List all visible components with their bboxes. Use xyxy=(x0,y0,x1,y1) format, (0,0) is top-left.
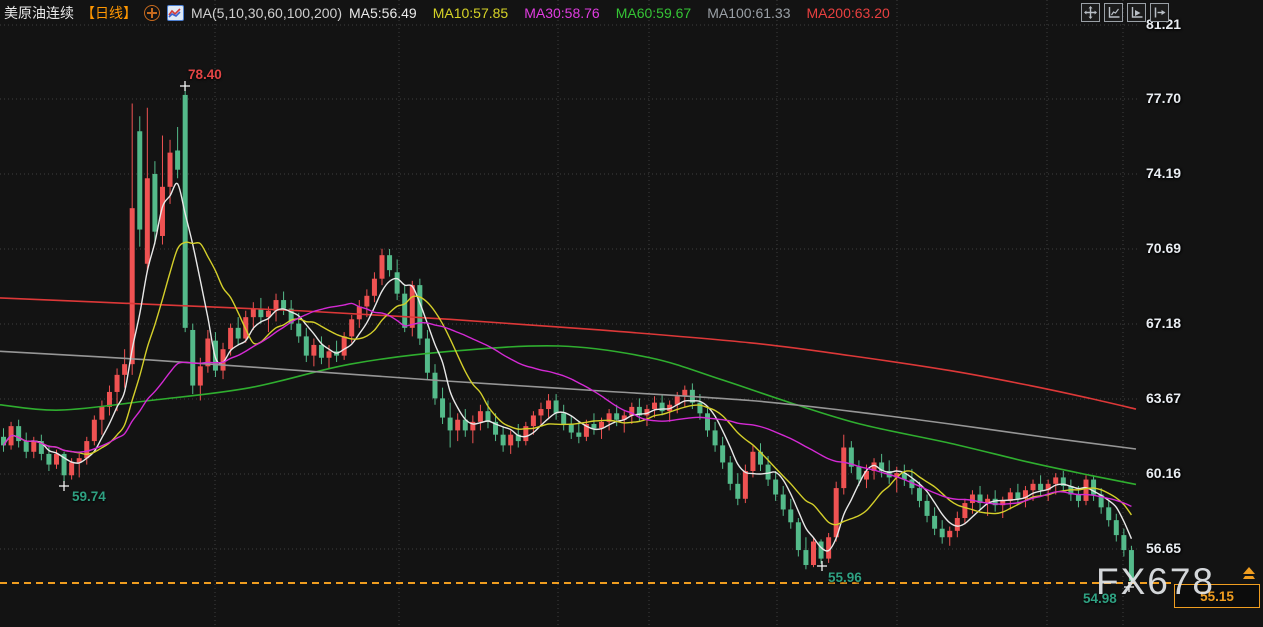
axis-tick-67.18: 67.18 xyxy=(1146,315,1181,331)
circle-plus-icon[interactable] xyxy=(144,5,160,21)
axis-tick-63.67: 63.67 xyxy=(1146,390,1181,406)
scroll-to-latest-arrow-icon[interactable] xyxy=(1240,566,1258,582)
ma-value-2: MA30:58.76 xyxy=(524,5,600,21)
axis-tick-56.65: 56.65 xyxy=(1146,540,1181,556)
latest-price-tag: 55.15 xyxy=(1174,584,1260,608)
symbol-title: 美原油连续 xyxy=(4,3,74,23)
ma-values: MA5:56.49 MA10:57.85 MA30:58.76 MA60:59.67 M… xyxy=(349,5,890,21)
swing-label-59.74: 59.74 xyxy=(72,489,106,504)
pan-move-icon[interactable] xyxy=(1081,3,1100,22)
kline-settings-icon[interactable] xyxy=(167,5,184,21)
ma-value-4: MA100:61.33 xyxy=(707,5,790,21)
ma-summary: MA(5,10,30,60,100,200) xyxy=(191,5,342,21)
kline-chart-window: 美原油连续 【日线】 MA(5,10,30,60,100,200) MA5:56… xyxy=(0,0,1263,627)
chart-canvas[interactable] xyxy=(0,0,1263,627)
axis-tick-74.19: 74.19 xyxy=(1146,165,1181,181)
axis-tick-60.16: 60.16 xyxy=(1146,465,1181,481)
swing-label-55.96: 55.96 xyxy=(828,570,862,585)
latest-price-value: 55.15 xyxy=(1200,589,1234,604)
axis-tick-77.70: 77.70 xyxy=(1146,90,1181,106)
axis-tick-70.69: 70.69 xyxy=(1146,240,1181,256)
chart-header: 美原油连续 【日线】 MA(5,10,30,60,100,200) MA5:56… xyxy=(4,3,890,23)
chart-toolbar xyxy=(1081,3,1169,22)
ma-value-3: MA60:59.67 xyxy=(616,5,692,21)
scale-axis-left-icon[interactable] xyxy=(1104,3,1123,22)
ma-value-5: MA200:63.20 xyxy=(807,5,890,21)
period-label[interactable]: 【日线】 xyxy=(81,3,137,23)
swing-label-78.40: 78.40 xyxy=(188,67,222,82)
scale-axis-right-icon[interactable] xyxy=(1127,3,1146,22)
ma-value-0: MA5:56.49 xyxy=(349,5,417,21)
swing-label-54.98: 54.98 xyxy=(1083,591,1117,606)
ma-value-1: MA10:57.85 xyxy=(433,5,509,21)
jump-to-latest-icon[interactable] xyxy=(1150,3,1169,22)
